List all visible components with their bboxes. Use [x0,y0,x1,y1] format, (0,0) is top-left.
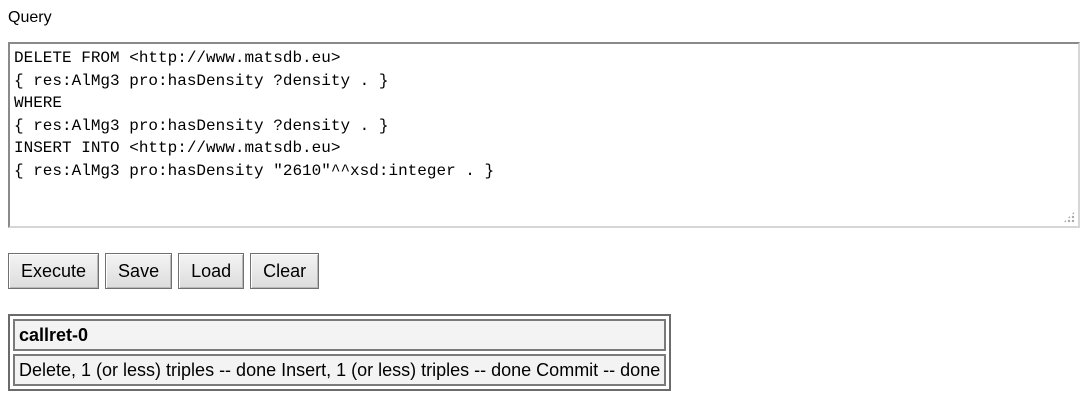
execute-button[interactable]: Execute [8,253,100,289]
query-line: { res:AlMg3 pro:hasDensity ?density . } [14,116,389,135]
clear-button[interactable]: Clear [250,253,320,289]
query-line: DELETE FROM <http://www.matsdb.eu> [14,49,341,67]
result-table: callret-0 Delete, 1 (or less) triples --… [8,314,672,391]
query-line: WHERE [14,94,63,112]
result-column-header: callret-0 [13,319,667,351]
table-row: Delete, 1 (or less) triples -- done Inse… [13,354,667,386]
query-line: { res:AlMg3 pro:hasDensity "2610"^^xsd:i… [14,161,495,180]
query-label: Query [8,9,52,26]
result-header-row: callret-0 [13,319,667,351]
result-cell: Delete, 1 (or less) triples -- done Inse… [13,354,667,386]
query-line: INSERT INTO <http://www.matsdb.eu> [14,139,341,157]
save-button[interactable]: Save [105,253,173,289]
load-button[interactable]: Load [178,253,245,289]
query-line: { res:AlMg3 pro:hasDensity ?density . } [14,71,389,90]
query-textarea[interactable]: DELETE FROM <http://www.matsdb.eu> { res… [8,42,1080,228]
query-toolbar: Execute Save Load Clear [8,253,320,289]
resize-grip-icon[interactable] [1063,211,1075,223]
